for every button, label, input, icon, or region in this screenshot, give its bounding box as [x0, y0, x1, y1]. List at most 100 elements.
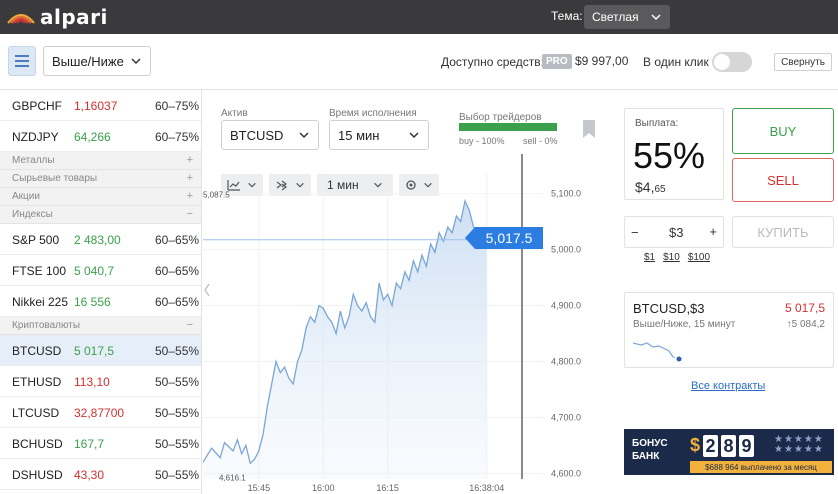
- bonus-digit: 9: [739, 435, 755, 457]
- price-area: [203, 200, 487, 479]
- x-tick-label: 16:38:04: [469, 483, 504, 493]
- asset-price: 113,10: [74, 375, 110, 389]
- category-name: Криптовалюты: [12, 320, 81, 331]
- collapse-button[interactable]: Свернуть: [774, 53, 832, 71]
- decrease-button[interactable]: −: [631, 225, 639, 240]
- contract-name: BTCUSD,$3: [633, 301, 705, 316]
- category-row[interactable]: Индексы −: [0, 206, 201, 224]
- quick-amount-100[interactable]: $100: [688, 252, 710, 263]
- time-select[interactable]: 15 мин: [329, 120, 429, 150]
- asset-price: 1,16037: [74, 99, 118, 113]
- asset-payout-range: 50–55%: [155, 468, 200, 482]
- payout-amount: $4,65: [635, 179, 666, 195]
- purchase-button[interactable]: КУПИТЬ: [732, 216, 834, 248]
- asset-row[interactable]: FTSE 100 5 040,7 60–65%: [0, 255, 201, 286]
- category-row[interactable]: Криптовалюты −: [0, 317, 201, 335]
- category-name: Металлы: [12, 155, 55, 166]
- y-tick-label: 4,900.0: [551, 301, 581, 311]
- asset-price: 16 556: [74, 295, 111, 309]
- menu-icon: [15, 55, 29, 57]
- chevron-down-icon: [299, 132, 309, 139]
- theme-label: Тема:: [551, 9, 583, 23]
- bonus-stars-decoration: ★★★★★ ★★★★★: [774, 434, 824, 455]
- asset-row[interactable]: BCHUSD 167,7 50–55%: [0, 428, 201, 459]
- asset-name: GBPCHF: [12, 99, 63, 113]
- asset-label: Актив: [221, 108, 248, 119]
- price-chart[interactable]: 5,100.0 5,000.0 4,900.0 4,800.0 4,700.0 4,600…: [203, 154, 610, 494]
- category-row[interactable]: Металлы +: [0, 152, 201, 170]
- sentiment-sell: sell - 0%: [523, 136, 558, 146]
- quick-amount-10[interactable]: $10: [663, 252, 680, 263]
- collapse-icon: −: [186, 208, 193, 220]
- bonus-title: БОНУС БАНК: [632, 437, 668, 463]
- asset-row[interactable]: S&P 500 2 483,00 60–65%: [0, 224, 201, 255]
- asset-name: ETHUSD: [12, 375, 62, 389]
- one-click-label: В один клик: [643, 55, 709, 69]
- asset-row[interactable]: GBPCHF 1,16037 60–75%: [0, 90, 201, 121]
- bonus-digit: 2: [703, 435, 719, 457]
- logo-icon: [7, 14, 35, 24]
- amount-input[interactable]: $3: [669, 225, 683, 240]
- asset-row[interactable]: NZDJPY 64,266 60–75%: [0, 121, 201, 152]
- mode-select[interactable]: Выше/Ниже: [43, 46, 151, 76]
- asset-row[interactable]: BTCUSD 5 017,5 50–55%: [0, 335, 201, 366]
- expand-icon: +: [186, 172, 193, 184]
- theme-select[interactable]: Светлая: [584, 5, 670, 29]
- asset-payout-range: 60–75%: [155, 130, 200, 144]
- y-tick-label: 5,100.0: [551, 189, 581, 199]
- asset-payout-range: 60–65%: [155, 264, 200, 278]
- asset-payout-range: 50–55%: [155, 375, 200, 389]
- one-click-toggle[interactable]: [712, 52, 752, 72]
- asset-row[interactable]: DSHUSD 43,30 50–55%: [0, 459, 201, 490]
- toggle-knob: [714, 54, 730, 70]
- asset-name: Nikkei 225: [12, 295, 69, 309]
- payout-box: Выплата: 55% $4,65: [624, 108, 724, 200]
- category-row[interactable]: Акции +: [0, 188, 201, 206]
- increase-button[interactable]: +: [709, 224, 717, 239]
- asset-select-value: BTCUSD: [230, 127, 284, 143]
- current-price-marker: 5,017.5: [465, 227, 543, 249]
- sentiment-bar: [459, 123, 557, 131]
- bonus-bank-banner[interactable]: БОНУС БАНК $ 2 8 9 ★★★★★ ★★★★★ $688 964 в…: [624, 429, 834, 475]
- bonus-title-line1: БОНУС: [632, 438, 668, 449]
- bonus-currency: $: [690, 435, 701, 455]
- menu-button[interactable]: [8, 46, 36, 76]
- mode-value: Выше/Ниже: [52, 53, 124, 69]
- asset-name: DSHUSD: [12, 468, 63, 482]
- time-select-value: 15 мин: [338, 127, 380, 143]
- logo-text: alpari: [40, 5, 108, 29]
- asset-payout-range: 50–55%: [155, 344, 200, 358]
- y-tick-label: 5,000.0: [551, 245, 581, 255]
- buy-button[interactable]: BUY: [732, 108, 834, 154]
- logo[interactable]: alpari: [6, 5, 108, 29]
- chevron-down-icon: [409, 132, 419, 139]
- bookmark-icon[interactable]: [583, 120, 595, 138]
- category-name: Индексы: [12, 209, 53, 220]
- sell-button[interactable]: SELL: [732, 158, 834, 202]
- asset-name: NZDJPY: [12, 130, 59, 144]
- contract-subtitle: Выше/Ниже, 15 минут: [633, 319, 736, 330]
- header-toolbar: Выше/Ниже Доступно средств: PRO $9 997,0…: [0, 34, 838, 90]
- asset-name: S&P 500: [12, 233, 60, 247]
- category-name: Сырьевые товары: [12, 173, 98, 184]
- asset-payout-range: 50–55%: [155, 406, 200, 420]
- x-tick-label: 16:00: [312, 483, 335, 493]
- category-row[interactable]: Сырьевые товары +: [0, 170, 201, 188]
- all-contracts-link[interactable]: Все контракты: [691, 380, 765, 392]
- asset-select[interactable]: BTCUSD: [221, 120, 319, 150]
- asset-price: 32,87700: [74, 406, 125, 420]
- expand-icon: +: [186, 190, 193, 202]
- asset-payout-range: 60–65%: [155, 295, 200, 309]
- asset-row[interactable]: ETHUSD 113,10 50–55%: [0, 366, 201, 397]
- payout-amount-main: $4,: [635, 179, 655, 195]
- asset-price: 2 483,00: [74, 233, 121, 247]
- pro-badge[interactable]: PRO: [542, 54, 572, 69]
- asset-row[interactable]: Nikkei 225 16 556 60–65%: [0, 286, 201, 317]
- asset-payout-range: 60–75%: [155, 99, 200, 113]
- asset-row[interactable]: LTCUSD 32,87700 50–55%: [0, 397, 201, 428]
- y-tick-label: 4,600.0: [551, 468, 581, 478]
- asset-price: 43,30: [74, 468, 105, 482]
- quick-amount-1[interactable]: $1: [644, 252, 655, 263]
- contract-card[interactable]: BTCUSD,$3 Выше/Ниже, 15 минут 5 017,5 ↑5…: [624, 292, 834, 368]
- bonus-digits: $ 2 8 9: [690, 435, 755, 457]
